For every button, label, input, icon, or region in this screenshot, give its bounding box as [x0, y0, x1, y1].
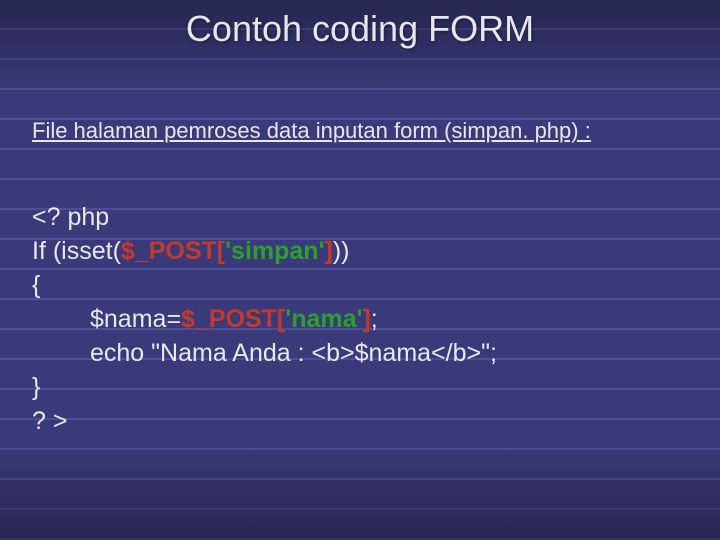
slide: Contoh coding FORM File halaman pemroses… [0, 0, 720, 540]
code-line-7: ? > [32, 404, 497, 438]
code-text: If (isset( [32, 237, 121, 265]
code-post-highlight: ] [362, 305, 370, 333]
code-line-5: echo "Nama Anda : <b>$nama</b>"; [32, 336, 497, 370]
code-block: <? php If (isset($_POST['simpan'])) { $n… [32, 200, 497, 438]
slide-subtitle: File halaman pemroses data inputan form … [32, 118, 591, 144]
code-line-3: { [32, 268, 497, 302]
code-text: )) [333, 237, 350, 265]
code-line-2: If (isset($_POST['simpan'])) [32, 234, 497, 268]
code-text: echo "Nama Anda : <b>$nama</b>"; [90, 339, 497, 367]
code-post-highlight: $_POST[ [121, 237, 225, 265]
code-text: ; [371, 305, 378, 333]
code-line-6: } [32, 370, 497, 404]
code-string-highlight: 'simpan' [225, 237, 324, 265]
code-line-1: <? php [32, 200, 497, 234]
code-post-highlight: $_POST[ [181, 305, 285, 333]
code-line-4: $nama=$_POST['nama']; [32, 302, 497, 336]
code-string-highlight: 'nama' [285, 305, 362, 333]
code-text: $nama= [90, 305, 181, 333]
code-post-highlight: ] [325, 237, 333, 265]
slide-title: Contoh coding FORM [0, 8, 720, 50]
